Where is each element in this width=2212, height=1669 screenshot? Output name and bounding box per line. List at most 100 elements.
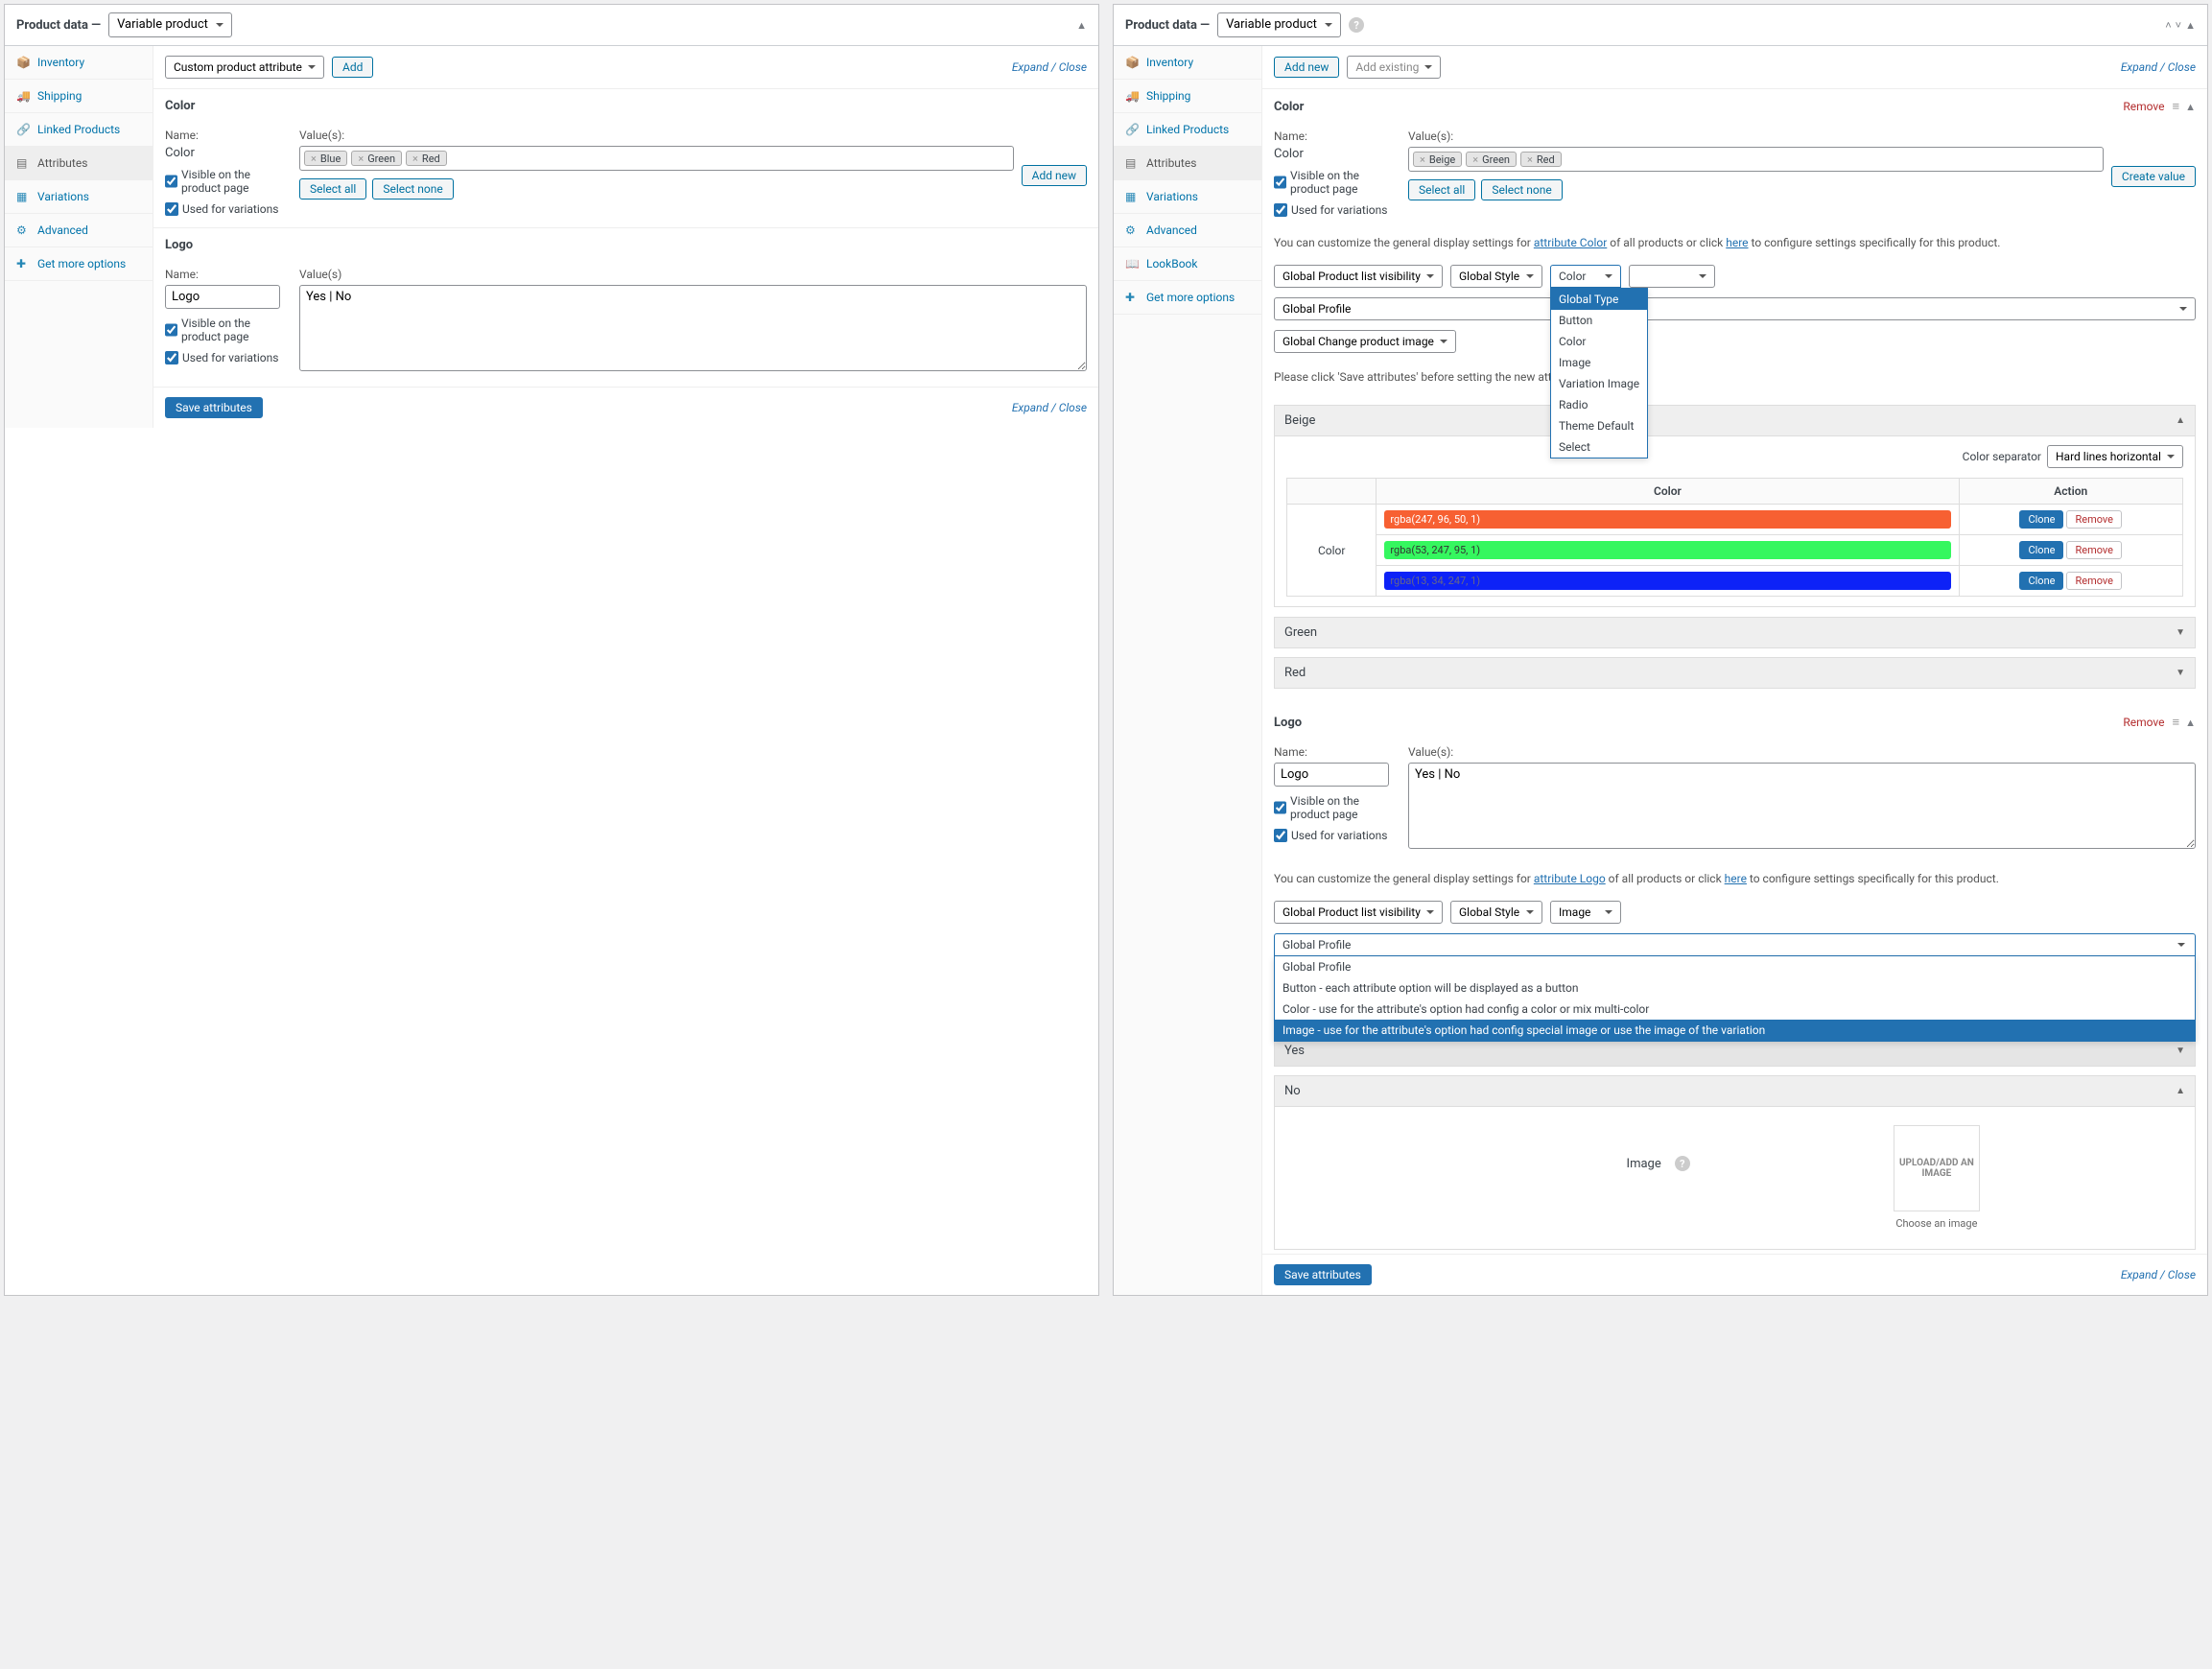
upload-image-box[interactable]: UPLOAD/ADD AN IMAGE (1894, 1125, 1980, 1211)
visible-checkbox[interactable] (165, 175, 177, 188)
tab-more[interactable]: ✚Get more options (1114, 281, 1261, 315)
clone-button[interactable]: Clone (2019, 541, 2063, 559)
type-dropdown-button[interactable]: Color (1550, 265, 1621, 288)
type-opt-vimage[interactable]: Variation Image (1551, 373, 1647, 394)
profile-opt-image[interactable]: Image - use for the attribute's option h… (1275, 1020, 2195, 1041)
add-new-button[interactable]: Add new (1274, 57, 1339, 78)
attr-logo-header[interactable]: Logo Remove ≡ ▲ (1262, 705, 2207, 740)
select-all-button[interactable]: Select all (1408, 179, 1475, 200)
expand-close-link[interactable]: Expand / Close (1012, 401, 1087, 414)
here-link[interactable]: here (1726, 236, 1748, 249)
color-sep-select[interactable]: Hard lines horizontal (2047, 445, 2183, 468)
tab-more[interactable]: ✚Get more options (5, 247, 153, 281)
visible-checkbox[interactable] (1274, 176, 1286, 189)
visible-checkbox[interactable] (1274, 801, 1286, 814)
profile-opt-button[interactable]: Button - each attribute option will be d… (1275, 977, 2195, 999)
name-input[interactable] (1274, 763, 1389, 787)
type-opt-theme[interactable]: Theme Default (1551, 415, 1647, 436)
move-down-icon[interactable]: ˅ (2176, 19, 2181, 32)
clone-button[interactable]: Clone (2019, 510, 2063, 529)
used-checkbox[interactable] (165, 202, 178, 216)
remove-link[interactable]: Remove (2123, 100, 2164, 113)
attribute-link[interactable]: attribute Logo (1534, 872, 1606, 885)
tab-attributes[interactable]: ▤Attributes (5, 147, 153, 180)
tab-shipping[interactable]: 🚚Shipping (5, 80, 153, 113)
type-opt-button[interactable]: Button (1551, 310, 1647, 331)
color-swatch[interactable]: rgba(13, 34, 247, 1) (1384, 572, 1950, 590)
style-select[interactable]: Global Style (1450, 901, 1542, 924)
product-type-select[interactable]: Variable product (1217, 12, 1341, 37)
tab-linked[interactable]: 🔗Linked Products (5, 113, 153, 147)
select-none-button[interactable]: Select none (372, 178, 453, 200)
tab-attributes[interactable]: ▤Attributes (1114, 147, 1261, 180)
add-button[interactable]: Add (332, 57, 373, 78)
acc-no-header[interactable]: No▲ (1274, 1075, 2196, 1107)
used-checkbox[interactable] (165, 351, 178, 364)
type-opt-select[interactable]: Select (1551, 436, 1647, 458)
tab-variations[interactable]: ▦Variations (1114, 180, 1261, 214)
caret-icon[interactable]: ▲ (2185, 101, 2196, 113)
select-all-button[interactable]: Select all (299, 178, 366, 200)
profile-dropdown[interactable]: Global Profile Global Profile Button - e… (1274, 933, 2196, 956)
values-tags[interactable]: ×Blue ×Green ×Red (299, 146, 1014, 171)
attr-color-header[interactable]: Color Remove ≡ ▲ (1262, 89, 2207, 124)
move-up-icon[interactable]: ˄ (2165, 19, 2171, 32)
drag-icon[interactable]: ≡ (2173, 99, 2180, 114)
tag-red[interactable]: ×Red (406, 151, 447, 166)
help-icon[interactable]: ? (1675, 1156, 1690, 1171)
tab-lookbook[interactable]: 📖LookBook (1114, 247, 1261, 281)
expand-close-link[interactable]: Expand / Close (2121, 1268, 2196, 1281)
profile-select[interactable]: Global Profile (1274, 297, 2196, 320)
create-value-button[interactable]: Create value (2111, 166, 2196, 187)
tab-linked[interactable]: 🔗Linked Products (1114, 113, 1261, 147)
type-opt-image[interactable]: Image (1551, 352, 1647, 373)
clone-button[interactable]: Clone (2019, 572, 2063, 590)
remove-button[interactable]: Remove (2066, 510, 2122, 529)
visibility-select[interactable]: Global Product list visibility (1274, 901, 1443, 924)
attr-logo-header[interactable]: Logo (153, 228, 1098, 262)
remove-link[interactable]: Remove (2123, 716, 2164, 729)
type-opt-global[interactable]: Global Type (1551, 289, 1647, 310)
profile-dropdown-button[interactable]: Global Profile (1274, 933, 2196, 956)
style-select[interactable]: Global Style (1450, 265, 1542, 288)
tag-green[interactable]: ×Green (1466, 152, 1517, 167)
tag-remove-icon[interactable]: × (1420, 153, 1425, 166)
expand-close-link[interactable]: Expand / Close (2121, 60, 2196, 74)
help-icon[interactable]: ? (1349, 17, 1364, 33)
extra-select[interactable] (1629, 265, 1715, 288)
used-checkbox[interactable] (1274, 829, 1287, 842)
save-attributes-button[interactable]: Save attributes (165, 397, 263, 418)
remove-button[interactable]: Remove (2066, 541, 2122, 559)
tag-red[interactable]: ×Red (1520, 152, 1562, 167)
visibility-select[interactable]: Global Product list visibility (1274, 265, 1443, 288)
color-swatch[interactable]: rgba(247, 96, 50, 1) (1384, 510, 1950, 529)
caret-icon[interactable]: ▲ (2185, 717, 2196, 729)
profile-opt-color[interactable]: Color - use for the attribute's option h… (1275, 999, 2195, 1020)
name-input[interactable] (165, 285, 280, 309)
visible-checkbox[interactable] (165, 323, 177, 337)
tag-beige[interactable]: ×Beige (1413, 152, 1462, 167)
product-type-select[interactable]: Variable product (108, 12, 232, 37)
change-image-select[interactable]: Global Change product image (1274, 330, 1456, 353)
drag-icon[interactable]: ≡ (2173, 715, 2180, 730)
expand-close-link[interactable]: Expand / Close (1012, 60, 1087, 74)
tab-advanced[interactable]: ⚙Advanced (5, 214, 153, 247)
values-textarea[interactable]: Yes | No (299, 285, 1087, 371)
type-select[interactable]: Image (1550, 901, 1621, 924)
tag-remove-icon[interactable]: × (311, 153, 317, 165)
collapse-icon[interactable]: ▲ (2185, 19, 2196, 32)
tag-remove-icon[interactable]: × (1472, 153, 1478, 166)
acc-green-header[interactable]: Green▼ (1274, 617, 2196, 648)
tab-variations[interactable]: ▦Variations (5, 180, 153, 214)
select-none-button[interactable]: Select none (1481, 179, 1562, 200)
add-new-value-button[interactable]: Add new (1022, 165, 1087, 186)
tag-remove-icon[interactable]: × (1527, 153, 1533, 166)
attr-type-select[interactable]: Custom product attribute (165, 56, 324, 79)
values-textarea[interactable]: Yes | No (1408, 763, 2196, 849)
attribute-link[interactable]: attribute Color (1534, 236, 1607, 249)
values-tags[interactable]: ×Beige ×Green ×Red (1408, 147, 2104, 172)
tab-inventory[interactable]: 📦Inventory (1114, 46, 1261, 80)
acc-red-header[interactable]: Red▼ (1274, 657, 2196, 689)
add-existing-select[interactable]: Add existing (1347, 56, 1441, 79)
collapse-icon[interactable]: ▲ (1076, 19, 1087, 32)
